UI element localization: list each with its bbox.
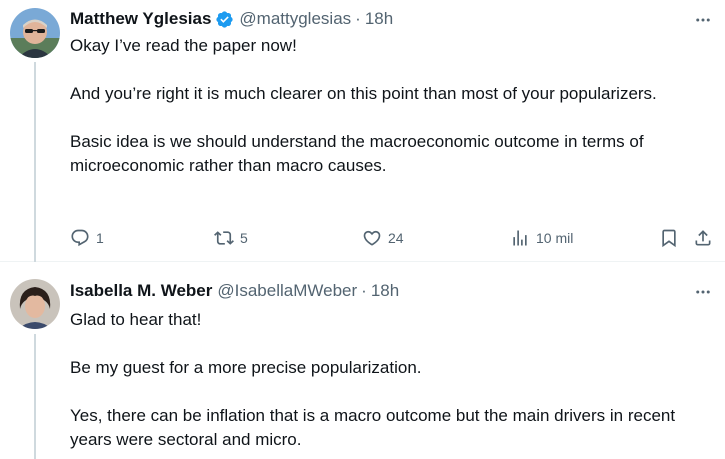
avatar-photo-man-sunglasses xyxy=(10,8,60,58)
tweet-paragraph: Basic idea is we should understand the m… xyxy=(70,132,644,175)
thread-line xyxy=(34,334,36,459)
tweet[interactable]: Matthew Yglesias @mattyglesias · 18h Oka… xyxy=(0,0,725,262)
like-count: 24 xyxy=(388,230,404,246)
like-button[interactable]: 24 xyxy=(362,227,404,249)
separator-dot: · xyxy=(361,281,367,300)
timestamp[interactable]: 18h xyxy=(371,281,399,301)
more-options-icon[interactable] xyxy=(693,282,713,302)
tweet-header: Isabella M. Weber @IsabellaMWeber · 18h xyxy=(70,280,725,302)
author-name[interactable]: Isabella M. Weber xyxy=(70,281,212,301)
heart-icon xyxy=(363,230,381,246)
tweet-paragraph: Okay I’ve read the paper now! xyxy=(70,36,297,55)
tweet-actions: 1 5 24 10 mil xyxy=(70,227,713,249)
repost-icon xyxy=(214,231,234,245)
tweet-header: Matthew Yglesias @mattyglesias · 18h xyxy=(70,8,725,30)
reply-button[interactable]: 1 xyxy=(70,227,104,249)
share-button[interactable] xyxy=(693,227,713,249)
share-icon xyxy=(695,230,711,246)
tweet-text: Glad to hear that! Be my guest for a mor… xyxy=(70,308,705,452)
separator-dot: · xyxy=(355,9,361,28)
bookmark-button[interactable] xyxy=(659,227,679,249)
tweet-text: Okay I’ve read the paper now! And you’re… xyxy=(70,34,705,178)
tweet-paragraph: Yes, there can be inflation that is a ma… xyxy=(70,406,676,449)
author-handle[interactable]: @IsabellaMWeber xyxy=(217,281,357,301)
author-name[interactable]: Matthew Yglesias xyxy=(70,9,211,29)
repost-button[interactable]: 5 xyxy=(214,227,248,249)
repost-count: 5 xyxy=(240,230,248,246)
analytics-icon xyxy=(513,230,527,246)
tweet[interactable]: Isabella M. Weber @IsabellaMWeber · 18h … xyxy=(0,262,725,459)
views-count: 10 mil xyxy=(536,230,574,246)
avatar-photo-woman xyxy=(10,279,60,329)
reply-count: 1 xyxy=(96,230,104,246)
author-avatar[interactable] xyxy=(10,8,60,58)
author-handle[interactable]: @mattyglesias xyxy=(239,9,351,29)
bookmark-icon xyxy=(662,229,676,248)
tweet-paragraph: Be my guest for a more precise populariz… xyxy=(70,358,422,377)
tweet-paragraph: And you’re right it is much clearer on t… xyxy=(70,84,657,103)
author-avatar[interactable] xyxy=(10,279,60,329)
timestamp[interactable]: 18h xyxy=(365,9,393,29)
views-button[interactable]: 10 mil xyxy=(510,227,573,249)
more-options-icon[interactable] xyxy=(693,10,713,30)
verified-badge-icon[interactable] xyxy=(215,10,234,29)
reply-icon xyxy=(71,229,89,247)
thread-line xyxy=(34,62,36,262)
tweet-paragraph: Glad to hear that! xyxy=(70,310,202,329)
